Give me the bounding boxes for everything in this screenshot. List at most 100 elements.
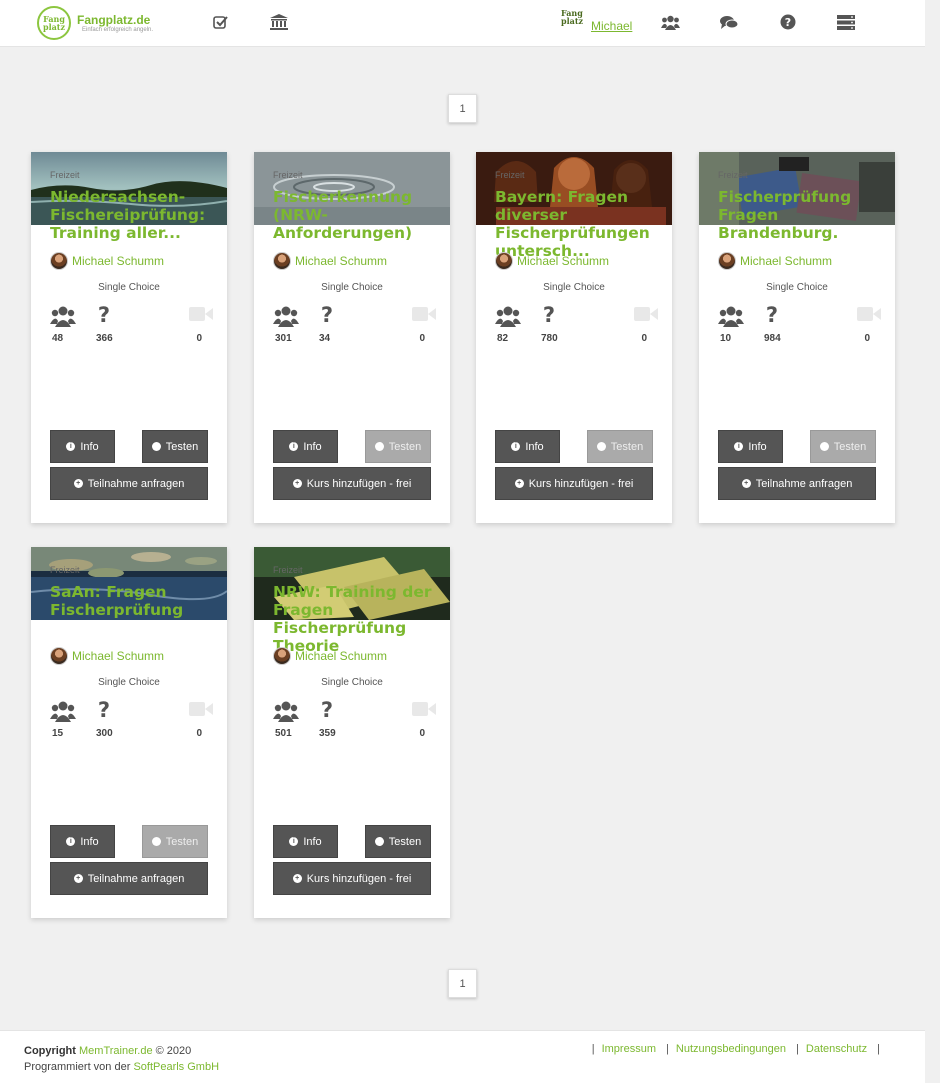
circle-icon: [596, 442, 606, 451]
author-link[interactable]: Michael Schumm: [50, 252, 164, 270]
course-card: Freizeit SaAn: Fragen Fischerprüfung Mic…: [31, 547, 227, 918]
course-category: Freizeit: [50, 170, 80, 180]
question-type: Single Choice: [98, 677, 160, 688]
test-button[interactable]: Testen: [365, 825, 431, 858]
participants-count: 501: [275, 728, 292, 739]
nutzungsbedingungen-link[interactable]: Nutzungsbedingungen: [676, 1043, 786, 1055]
questions-count: 34: [319, 333, 331, 344]
author-name: Michael Schumm: [517, 254, 610, 268]
videos-count: 0: [419, 728, 425, 739]
course-action-button[interactable]: + Kurs hinzufügen - frei: [273, 467, 431, 500]
course-category: Freizeit: [495, 170, 525, 180]
brand-logo-link[interactable]: Fang platz Fangplatz.de Einfach erfolgre…: [37, 6, 153, 40]
course-category: Freizeit: [273, 565, 303, 575]
course-action-button[interactable]: + Kurs hinzufügen - frei: [273, 862, 431, 895]
info-button[interactable]: i Info: [273, 430, 338, 463]
author-avatar: [495, 252, 513, 270]
video-camera-icon: [412, 303, 436, 325]
author-link[interactable]: Michael Schumm: [50, 647, 164, 665]
course-card: Freizeit Fischerkennung (NRW-Anforderung…: [254, 152, 450, 523]
course-category: Freizeit: [718, 170, 748, 180]
info-button[interactable]: i Info: [273, 825, 338, 858]
videos-count: 0: [196, 728, 202, 739]
info-circle-icon: i: [511, 442, 521, 451]
participants-count: 48: [52, 333, 64, 344]
info-button[interactable]: i Info: [495, 430, 560, 463]
participants-count: 10: [720, 333, 732, 344]
course-action-button[interactable]: + Teilnahme anfragen: [50, 862, 208, 895]
question-type: Single Choice: [321, 282, 383, 293]
plus-circle-icon: +: [73, 874, 83, 883]
test-button[interactable]: Testen: [365, 430, 431, 463]
plus-circle-icon: +: [73, 479, 83, 488]
videos-count: 0: [864, 333, 870, 344]
test-button[interactable]: Testen: [587, 430, 653, 463]
user-profile-link[interactable]: Michael: [591, 19, 632, 33]
info-button[interactable]: i Info: [50, 430, 115, 463]
course-action-label: Kurs hinzufügen - frei: [528, 477, 634, 490]
video-camera-icon: [412, 698, 436, 720]
course-action-button[interactable]: + Teilnahme anfragen: [50, 467, 208, 500]
video-camera-icon: [189, 698, 213, 720]
circle-icon: [374, 837, 384, 846]
question-circle-icon[interactable]: ?: [778, 12, 798, 32]
participants-count: 82: [497, 333, 509, 344]
programmed-by-text: Programmiert von der: [24, 1061, 131, 1073]
impressum-link[interactable]: Impressum: [602, 1043, 656, 1055]
questions-count: 780: [541, 333, 558, 344]
softpearls-link[interactable]: SoftPearls GmbH: [133, 1061, 219, 1073]
datenschutz-link[interactable]: Datenschutz: [806, 1043, 867, 1055]
test-button-label: Testen: [388, 835, 422, 848]
videos-count: 0: [419, 333, 425, 344]
course-title[interactable]: Niedersachsen-Fischereiprüfung: Training…: [50, 188, 210, 242]
circle-icon: [819, 442, 829, 451]
author-avatar: [50, 647, 68, 665]
course-title[interactable]: SaAn: Fragen Fischerprüfung: [50, 583, 210, 619]
test-button[interactable]: Testen: [142, 430, 208, 463]
course-title[interactable]: Bayern: Fragen diverser Fischerprüfungen…: [495, 188, 655, 260]
test-button[interactable]: Testen: [142, 825, 208, 858]
pagination-page-bottom[interactable]: 1: [448, 969, 477, 998]
info-circle-icon: i: [66, 837, 76, 846]
course-title[interactable]: Fischerkennung (NRW-Anforderungen): [273, 188, 433, 242]
course-card: Freizeit Bayern: Fragen diverser Fischer…: [476, 152, 672, 523]
circle-icon: [151, 837, 161, 846]
info-button[interactable]: i Info: [50, 825, 115, 858]
users-icon[interactable]: [660, 12, 680, 32]
course-card: Freizeit Fischerprüfung Fragen Brandenbu…: [699, 152, 895, 523]
video-camera-icon: [634, 303, 658, 325]
test-button[interactable]: Testen: [810, 430, 876, 463]
comments-icon[interactable]: [719, 12, 739, 32]
info-button[interactable]: i Info: [718, 430, 783, 463]
question-type: Single Choice: [321, 677, 383, 688]
info-button-label: Info: [748, 440, 767, 453]
info-circle-icon: i: [289, 837, 299, 846]
server-menu-icon[interactable]: [836, 12, 856, 32]
plus-circle-icon: +: [292, 874, 302, 883]
check-square-icon[interactable]: [210, 12, 230, 32]
plus-circle-icon: +: [292, 479, 302, 488]
author-name: Michael Schumm: [740, 254, 833, 268]
author-link[interactable]: Michael Schumm: [273, 252, 387, 270]
circle-icon: [151, 442, 161, 451]
info-button-label: Info: [303, 440, 322, 453]
copyright-label: Copyright: [24, 1045, 76, 1057]
course-action-label: Teilnahme anfragen: [87, 477, 185, 490]
course-card: Freizeit NRW: Training der Fragen Fische…: [254, 547, 450, 918]
questions-count: 984: [764, 333, 781, 344]
circle-icon: [374, 442, 384, 451]
author-link[interactable]: Michael Schumm: [273, 647, 387, 665]
author-link[interactable]: Michael Schumm: [495, 252, 609, 270]
footer-links: | Impressum | Nutzungsbedingungen | Datensc…: [591, 1043, 880, 1055]
course-action-button[interactable]: + Kurs hinzufügen - frei: [495, 467, 653, 500]
info-circle-icon: i: [289, 442, 299, 451]
course-title[interactable]: NRW: Training der Fragen Fischerprüfung …: [273, 583, 433, 655]
pagination-page-top[interactable]: 1: [448, 94, 477, 123]
memtrainer-link[interactable]: MemTrainer.de: [79, 1045, 153, 1057]
course-title[interactable]: Fischerprüfung Fragen Brandenburg.: [718, 188, 878, 242]
test-button-label: Testen: [610, 440, 644, 453]
test-button-label: Testen: [165, 835, 199, 848]
institution-icon[interactable]: [269, 12, 289, 32]
course-action-button[interactable]: + Teilnahme anfragen: [718, 467, 876, 500]
author-link[interactable]: Michael Schumm: [718, 252, 832, 270]
